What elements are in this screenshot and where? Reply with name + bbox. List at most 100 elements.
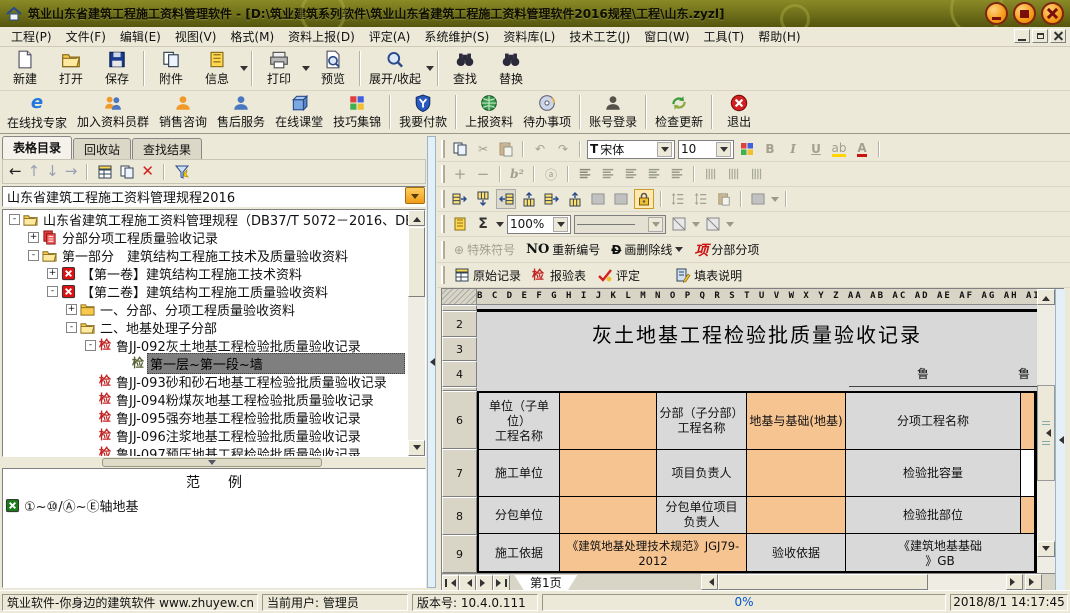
- highlight-button[interactable]: ab: [829, 139, 849, 159]
- dropdown-button[interactable]: [657, 142, 672, 157]
- expand-toggle[interactable]: +: [28, 232, 39, 243]
- scrollbar-thumb[interactable]: [1037, 385, 1055, 481]
- cell-item-name-label[interactable]: 分项工程名称: [846, 393, 1021, 450]
- dropdown-arrow-icon[interactable]: [692, 222, 700, 231]
- cell-batch-location-value[interactable]: [1021, 497, 1035, 534]
- tab-table-directory[interactable]: 表格目录: [2, 136, 72, 159]
- row-header-3[interactable]: 3: [442, 337, 477, 361]
- cell-unit-project-label[interactable]: 单位（子单位） 工程名称: [479, 393, 560, 450]
- preview-button[interactable]: 预览: [310, 48, 356, 89]
- paste-button[interactable]: [496, 139, 516, 159]
- copy-button[interactable]: [450, 139, 470, 159]
- toolbar-grip[interactable]: [441, 165, 445, 183]
- column-headers[interactable]: B C D E F G H I J K L M N O P Q R S T U …: [442, 289, 1037, 305]
- tab-search-results[interactable]: 查找结果: [132, 138, 202, 159]
- undo-button[interactable]: ↶: [530, 139, 550, 159]
- cell-subsection-label[interactable]: 分部（子分部） 工程名称: [657, 393, 747, 450]
- cell-subcontract-leader-label[interactable]: 分包单位项目 负责人: [657, 497, 747, 534]
- todo-button[interactable]: 待办事项: [518, 92, 576, 132]
- tree-item[interactable]: -山东省建筑工程施工资料管理规程（DB37/T 5072－2016、DB37/T…: [3, 210, 425, 228]
- align-distribute-button[interactable]: [667, 164, 687, 184]
- expand-toggle[interactable]: -: [9, 214, 20, 225]
- next-sheet-button[interactable]: [476, 575, 493, 591]
- right-collapse-strip[interactable]: [1055, 289, 1065, 591]
- register-book-button[interactable]: [450, 214, 470, 234]
- menu-item-tools[interactable]: 工具(T): [697, 26, 752, 47]
- align-center-button[interactable]: [621, 164, 641, 184]
- scroll-up-button[interactable]: [1037, 289, 1055, 305]
- menu-item-file[interactable]: 文件(F): [59, 26, 113, 47]
- zoom-in-button[interactable]: +: [450, 164, 470, 184]
- sheet-corner-button[interactable]: [1025, 574, 1042, 590]
- menu-item-format[interactable]: 格式(M): [223, 26, 281, 47]
- delete-icon[interactable]: ✕: [141, 164, 154, 179]
- row-header-8[interactable]: 8: [442, 497, 477, 535]
- expand-collapse-button[interactable]: 展开/收起: [364, 48, 426, 89]
- scroll-right-button[interactable]: [1006, 574, 1023, 590]
- row-header-6[interactable]: 6: [442, 391, 477, 449]
- upload-data-button[interactable]: 上报资料: [460, 92, 518, 132]
- cell-project-leader-value[interactable]: [747, 450, 846, 497]
- after-sales-button[interactable]: 售后服务: [212, 92, 270, 132]
- dropdown-arrow-icon[interactable]: [771, 197, 779, 206]
- vertical-splitter[interactable]: [427, 136, 436, 588]
- align-left-button[interactable]: [598, 164, 618, 184]
- cell-subsection-value[interactable]: 地基与基础(地基): [747, 393, 846, 450]
- line-style-select[interactable]: [574, 215, 666, 234]
- toolbar-grip[interactable]: [441, 266, 445, 284]
- insert-row-above-button[interactable]: [473, 189, 493, 209]
- cell-batch-capacity-value[interactable]: [1021, 450, 1035, 497]
- nav-forward-icon[interactable]: →: [65, 164, 78, 179]
- info-dropdown[interactable]: [240, 48, 248, 89]
- tree-scrollbar[interactable]: [408, 210, 425, 456]
- toolbar-grip[interactable]: [441, 140, 445, 158]
- scroll-up-button[interactable]: [408, 210, 425, 226]
- scroll-left-button[interactable]: [701, 574, 718, 590]
- diagonal-line-button[interactable]: [669, 214, 689, 234]
- merge-left-button[interactable]: [542, 189, 562, 209]
- mdi-close-button[interactable]: [1050, 29, 1066, 43]
- expand-toggle[interactable]: +: [47, 268, 58, 279]
- dropdown-button[interactable]: [648, 217, 663, 232]
- nav-up-icon[interactable]: ↑: [28, 164, 41, 179]
- redo-button[interactable]: ↷: [553, 139, 573, 159]
- scrollbar-thumb[interactable]: [408, 227, 425, 297]
- menu-item-report[interactable]: 资料上报(D): [281, 26, 362, 47]
- document-body[interactable]: 灰土地基工程检验批质量验收记录 鲁 鲁 单位（子单位） 工程名称 分部（子分部）…: [477, 305, 1037, 573]
- original-record-button[interactable]: 原始记录: [450, 264, 525, 286]
- pay-button[interactable]: 我要付款: [394, 92, 452, 132]
- expand-toggle[interactable]: -: [85, 340, 96, 351]
- split-cell-button[interactable]: [519, 189, 539, 209]
- bold-button[interactable]: B: [760, 139, 780, 159]
- strikethrough-button[interactable]: Đ画删除线: [607, 239, 687, 261]
- join-group-button[interactable]: 加入资料员群: [72, 92, 154, 132]
- menu-item-library[interactable]: 资料库(L): [496, 26, 562, 47]
- menu-item-assess[interactable]: 评定(A): [362, 26, 418, 47]
- expand-toggle[interactable]: -: [47, 286, 58, 297]
- inspection-form-button[interactable]: 检报验表: [528, 264, 590, 286]
- expand-toggle[interactable]: +: [66, 304, 77, 315]
- insert-col-right-button[interactable]: [496, 189, 516, 209]
- first-sheet-button[interactable]: [442, 575, 459, 591]
- sales-consult-button[interactable]: 销售咨询: [154, 92, 212, 132]
- mdi-minimize-button[interactable]: [1014, 29, 1030, 43]
- cell-construction-basis-label[interactable]: 施工依据: [479, 534, 560, 573]
- cell-batch-capacity-label[interactable]: 检验批容量: [846, 450, 1021, 497]
- tree-item[interactable]: +【第一卷】建筑结构工程施工技术资料: [3, 264, 425, 282]
- combobox-dropdown-button[interactable]: [405, 187, 425, 204]
- tree-item[interactable]: 检鲁JJ-094粉煤灰地基工程检验批质量验收记录: [3, 390, 425, 408]
- tree-item[interactable]: +分部分项工程质量验收记录: [3, 228, 425, 246]
- cell-subcontract-leader-value[interactable]: [747, 497, 846, 534]
- menu-item-window[interactable]: 窗口(W): [637, 26, 696, 47]
- copy-icon[interactable]: [119, 164, 135, 180]
- filter-icon[interactable]: [174, 164, 190, 180]
- attachment-button[interactable]: 附件: [148, 48, 194, 89]
- font-name-select[interactable]: T 宋体: [587, 140, 675, 159]
- panel-splitter-handle[interactable]: [102, 458, 322, 467]
- mdi-restore-button[interactable]: [1032, 29, 1048, 43]
- tips-button[interactable]: 技巧集锦: [328, 92, 386, 132]
- row-header-9[interactable]: 9: [442, 535, 477, 573]
- shade-alt-button[interactable]: [611, 189, 631, 209]
- cell-acceptance-basis-label[interactable]: 验收依据: [747, 534, 846, 573]
- new-button[interactable]: 新建: [2, 48, 48, 89]
